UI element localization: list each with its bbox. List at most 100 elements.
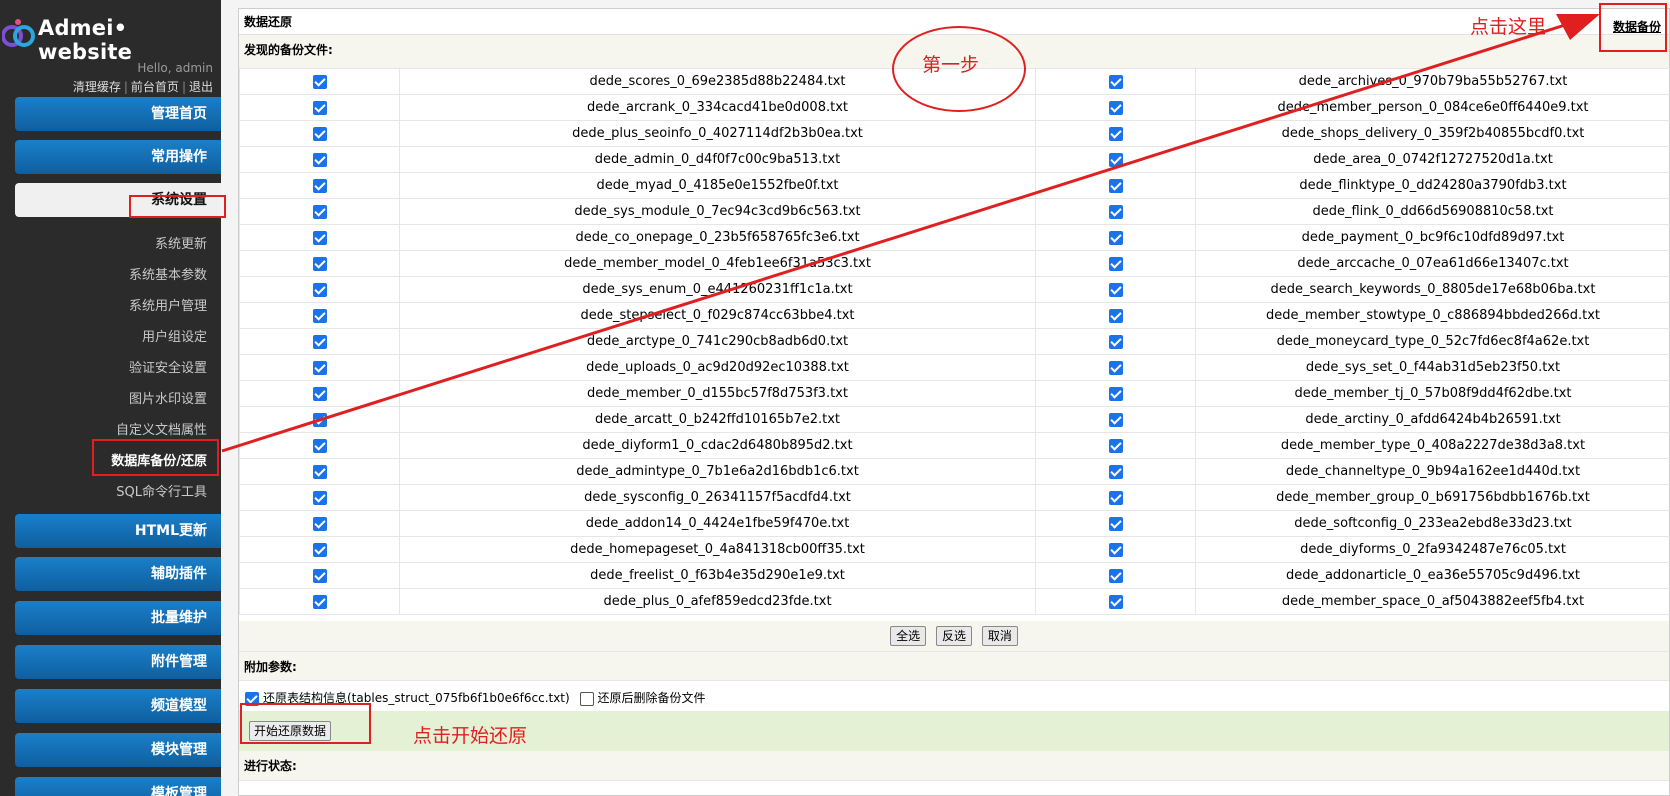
file-checkbox[interactable] [1108,360,1123,375]
frontend-home-link[interactable]: 前台首页 [131,80,179,94]
table-row: dede_freelist_0_f63b4e35d290e1e9.txt dede… [239,562,1670,589]
file-checkbox[interactable] [1108,204,1123,219]
table-row: dede_stepselect_0_f029c874cc63bbe4.txt de… [239,302,1670,329]
table-row: dede_diyform1_0_cdac2d6480b895d2.txt dede… [239,432,1670,459]
select-all-button[interactable]: 全选 [890,626,927,646]
file-checkbox[interactable] [1108,308,1123,323]
file-checkbox-cell [239,94,400,121]
file-name: dede_archives_0_970b79ba55b52767.txt [1195,68,1670,95]
params-label: 附加参数: [239,651,1669,681]
file-checkbox[interactable] [1108,568,1123,583]
file-checkbox[interactable] [312,412,327,427]
file-checkbox[interactable] [312,100,327,115]
file-checkbox[interactable] [1108,594,1123,609]
nav-template-mgmt[interactable]: 模板管理 [15,777,221,796]
file-checkbox[interactable] [312,230,327,245]
file-name: dede_flink_0_dd66d56908810c58.txt [1195,198,1670,225]
file-name: dede_member_model_0_4feb1ee6f31a53c3.txt [399,250,1036,277]
file-checkbox-cell [1035,562,1196,589]
table-row: dede_uploads_0_ac9d20d92ec10388.txt dede_… [239,354,1670,381]
invert-select-button[interactable]: 反选 [935,626,972,646]
clear-cache-link[interactable]: 清理缓存 [73,80,121,94]
file-checkbox-cell [239,198,400,225]
file-name: dede_sys_module_0_7ec94c3cd9b6c563.txt [399,198,1036,225]
file-checkbox[interactable] [1108,74,1123,89]
file-checkbox[interactable] [312,490,327,505]
file-checkbox[interactable] [312,516,327,531]
file-checkbox-cell [239,224,400,251]
file-checkbox[interactable] [1108,516,1123,531]
sub-user-mgmt[interactable]: 系统用户管理 [129,295,207,314]
file-checkbox[interactable] [312,152,327,167]
file-name: dede_plus_seoinfo_0_4027114df2b3b0ea.txt [399,120,1036,147]
file-checkbox[interactable] [312,386,327,401]
file-checkbox[interactable] [1108,464,1123,479]
file-checkbox-cell [1035,68,1196,95]
sub-custom-attr[interactable]: 自定义文档属性 [116,419,207,438]
cancel-select-button[interactable]: 取消 [981,626,1018,646]
file-checkbox[interactable] [1108,256,1123,271]
file-checkbox[interactable] [1108,230,1123,245]
file-name: dede_sys_set_0_f44ab31d5eb23f50.txt [1195,354,1670,381]
file-checkbox[interactable] [1108,152,1123,167]
file-name: dede_payment_0_bc9f6c10dfd89d97.txt [1195,224,1670,251]
file-checkbox[interactable] [312,594,327,609]
nav-channel-model[interactable]: 频道模型 [15,689,221,723]
sub-security[interactable]: 验证安全设置 [129,357,207,376]
file-checkbox[interactable] [312,126,327,141]
file-checkbox[interactable] [1108,386,1123,401]
file-checkbox[interactable] [1108,490,1123,505]
file-checkbox-cell [1035,354,1196,381]
file-checkbox-cell [1035,120,1196,147]
file-checkbox-cell [1035,172,1196,199]
file-checkbox-cell [239,484,400,511]
file-checkbox[interactable] [312,256,327,271]
file-checkbox[interactable] [1108,178,1123,193]
nav-common-ops[interactable]: 常用操作 [15,140,221,174]
file-checkbox[interactable] [1108,438,1123,453]
file-checkbox[interactable] [312,178,327,193]
file-name: dede_uploads_0_ac9d20d92ec10388.txt [399,354,1036,381]
delete-after-restore-checkbox[interactable] [579,691,594,706]
table-row: dede_arctype_0_741c290cb8adb6d0.txt dede_… [239,328,1670,355]
nav-html-update[interactable]: HTML更新 [15,514,221,548]
file-checkbox[interactable] [1108,542,1123,557]
file-checkbox[interactable] [312,334,327,349]
file-checkbox-cell [1035,458,1196,485]
file-checkbox[interactable] [312,360,327,375]
file-name: dede_addonarticle_0_ea36e55705c9d496.txt [1195,562,1670,589]
nav-plugins[interactable]: 辅助插件 [15,557,221,591]
nav-admin-home[interactable]: 管理首页 [15,97,221,131]
file-checkbox-cell [1035,510,1196,537]
nav-attachments[interactable]: 附件管理 [15,645,221,679]
file-checkbox[interactable] [312,282,327,297]
nav-module-mgmt[interactable]: 模块管理 [15,733,221,767]
file-name: dede_freelist_0_f63b4e35d290e1e9.txt [399,562,1036,589]
file-checkbox[interactable] [1108,100,1123,115]
table-row: dede_addon14_0_4424e1fbe59f470e.txt dede_… [239,510,1670,537]
file-checkbox-cell [239,172,400,199]
file-checkbox[interactable] [312,542,327,557]
file-checkbox[interactable] [312,308,327,323]
sub-usergroup[interactable]: 用户组设定 [142,326,207,345]
file-checkbox[interactable] [312,438,327,453]
sub-basic-params[interactable]: 系统基本参数 [129,264,207,283]
sub-system-update[interactable]: 系统更新 [155,233,207,252]
sub-watermark[interactable]: 图片水印设置 [129,388,207,407]
file-checkbox[interactable] [1108,334,1123,349]
file-checkbox[interactable] [312,464,327,479]
logout-link[interactable]: 退出 [189,80,213,94]
delete-after-restore-label: 还原后删除备份文件 [597,691,706,705]
file-checkbox[interactable] [1108,282,1123,297]
file-checkbox[interactable] [312,74,327,89]
file-checkbox[interactable] [1108,126,1123,141]
file-checkbox[interactable] [312,568,327,583]
file-name: dede_arctype_0_741c290cb8adb6d0.txt [399,328,1036,355]
restore-panel: 数据还原 数据备份 发现的备份文件: dede_scores_0_69e2385… [238,8,1670,796]
file-checkbox[interactable] [1108,412,1123,427]
table-row: dede_plus_seoinfo_0_4027114df2b3b0ea.txt… [239,120,1670,147]
file-table-body: dede_scores_0_69e2385d88b22484.txt dede_a… [239,68,1670,615]
sub-sql-tool[interactable]: SQL命令行工具 [116,481,207,500]
nav-batch[interactable]: 批量维护 [15,601,221,635]
file-checkbox[interactable] [312,204,327,219]
